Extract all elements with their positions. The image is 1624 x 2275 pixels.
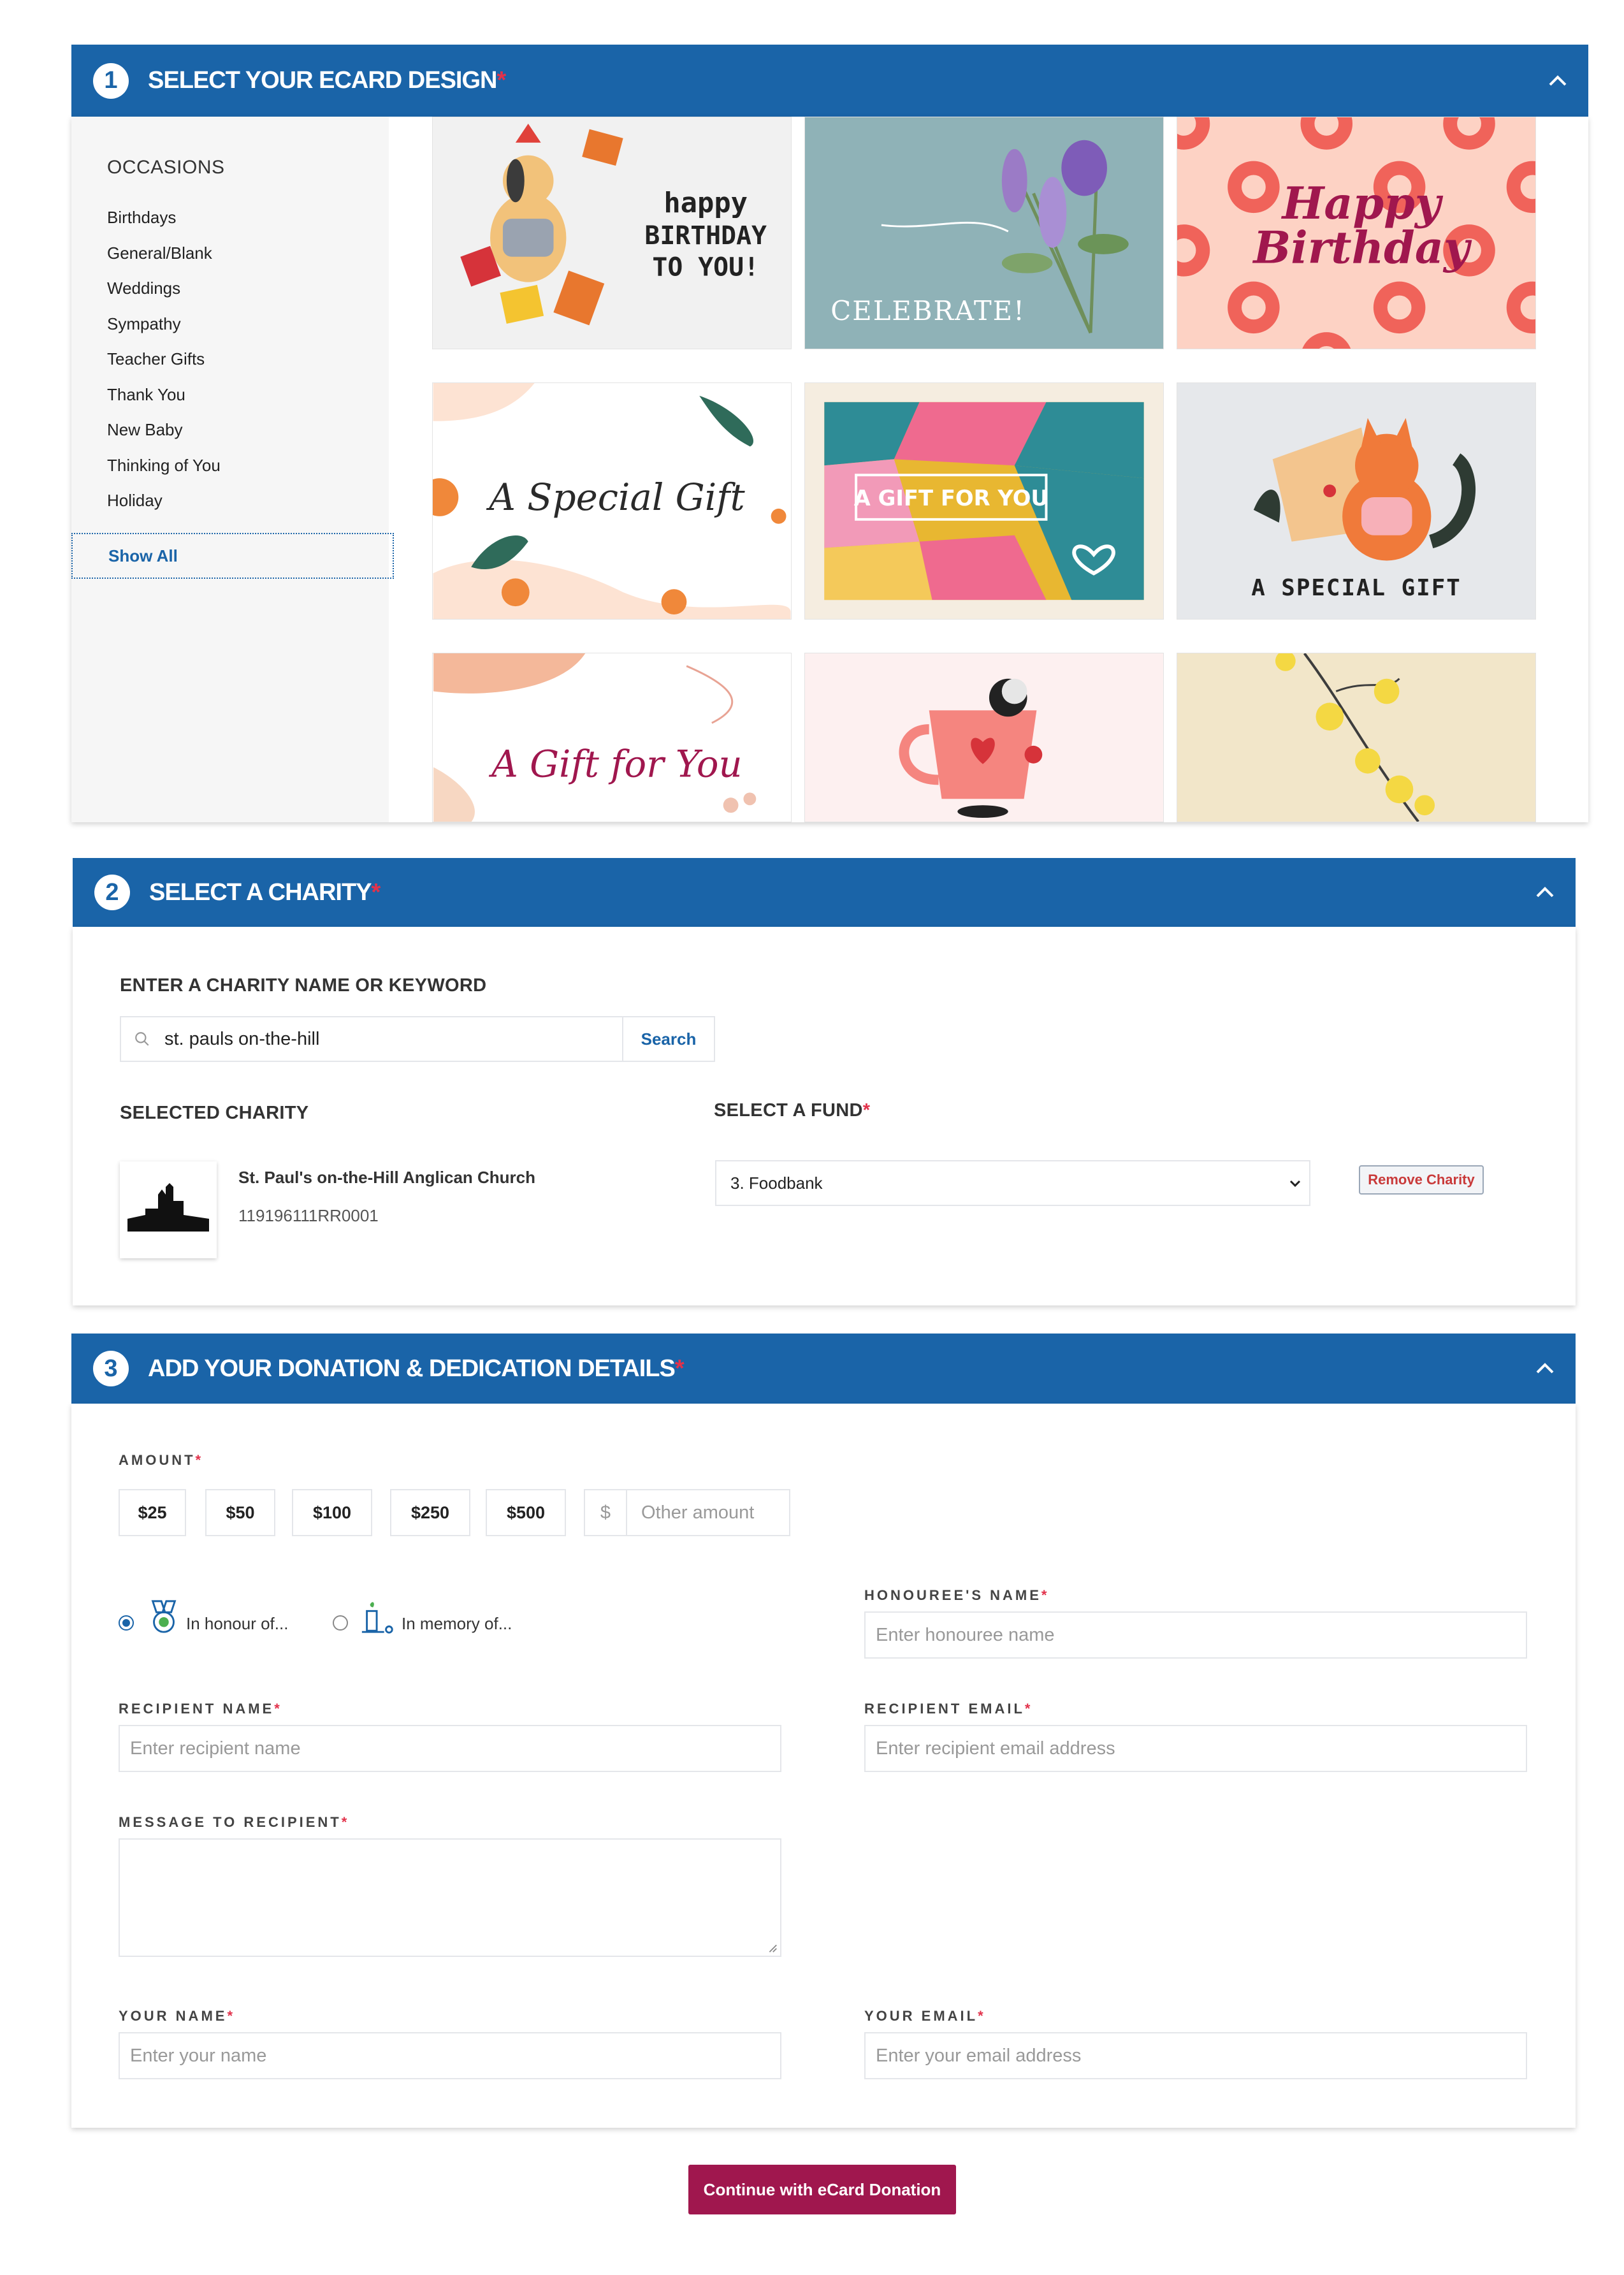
step-number: 1 <box>93 62 129 99</box>
card-text: CELEBRATE! <box>830 295 1026 326</box>
your-email-label: YOUR EMAIL* <box>864 2008 986 2024</box>
selected-charity-label: SELECTED CHARITY <box>120 1103 309 1123</box>
ecard-yellow-flowers[interactable] <box>1177 653 1536 822</box>
card-artwork: CELEBRATE! <box>830 140 1129 334</box>
card-text: A SPECIAL GIFT <box>1251 575 1461 601</box>
step-number: 3 <box>93 1351 129 1386</box>
your-email-input[interactable]: Enter your email address <box>864 2032 1527 2079</box>
card-text: BIRTHDAY <box>644 221 767 251</box>
continue-button[interactable]: Continue with eCard Donation <box>688 2165 956 2214</box>
recipient-name-input[interactable]: Enter recipient name <box>119 1725 781 1772</box>
fund-select[interactable]: 3. Foodbank <box>715 1160 1310 1206</box>
chevron-up-icon[interactable] <box>1545 68 1570 94</box>
section1-header[interactable]: 1 SELECT YOUR ECARD DESIGN* <box>71 45 1588 117</box>
ecard-happy-birthday-pink[interactable]: Happy Birthday <box>1177 117 1536 349</box>
search-label: ENTER A CHARITY NAME OR KEYWORD <box>120 975 487 996</box>
currency-symbol: $ <box>585 1490 627 1535</box>
chevron-up-icon[interactable] <box>1532 880 1558 905</box>
section-title: SELECT A CHARITY* <box>149 878 381 906</box>
search-button[interactable]: Search <box>622 1016 715 1062</box>
charity-number: 119196111RR0001 <box>238 1206 379 1225</box>
amount-button-50[interactable]: $50 <box>205 1489 275 1536</box>
ecard-a-gift-for-you-script[interactable]: A Gift for You <box>432 653 792 822</box>
honour-label: In honour of... <box>186 1614 289 1633</box>
occasion-item[interactable]: Birthdays <box>107 208 362 243</box>
occasion-item[interactable]: Teacher Gifts <box>107 349 362 385</box>
card-artwork: A Special Gift <box>433 383 791 619</box>
card-artwork <box>899 678 1043 818</box>
amount-button-250[interactable]: $250 <box>390 1489 470 1536</box>
card-text: A GIFT FOR YOU <box>854 486 1048 511</box>
candle-icon <box>361 1602 393 1634</box>
section-title: ADD YOUR DONATION & DEDICATION DETAILS* <box>148 1355 685 1382</box>
card-text: Birthday <box>1252 222 1472 274</box>
ecard-a-special-gift-cat[interactable]: A SPECIAL GIFT <box>1177 382 1536 620</box>
message-label: MESSAGE TO RECIPIENT* <box>119 1814 350 1830</box>
charity-name: St. Paul's on-the-Hill Anglican Church <box>238 1168 536 1187</box>
occasion-item[interactable]: Holiday <box>107 491 362 527</box>
charity-search-input[interactable]: st. pauls on-the-hill <box>120 1016 623 1062</box>
card-artwork: Happy Birthday <box>1177 117 1535 349</box>
amount-button-500[interactable]: $500 <box>486 1489 566 1536</box>
amount-label: AMOUNT* <box>119 1452 204 1468</box>
your-name-label: YOUR NAME* <box>119 2008 236 2024</box>
remove-charity-button[interactable]: Remove Charity <box>1359 1165 1484 1195</box>
occasion-item[interactable]: Thinking of You <box>107 456 362 491</box>
section3-header[interactable]: 3 ADD YOUR DONATION & DEDICATION DETAILS… <box>71 1334 1576 1404</box>
occasion-item[interactable]: Thank You <box>107 385 362 421</box>
card-artwork: A Gift for You <box>433 653 757 822</box>
ecard-a-special-gift-script[interactable]: A Special Gift <box>432 382 792 620</box>
occasion-item[interactable]: Weddings <box>107 279 362 314</box>
other-amount-placeholder: Other amount <box>641 1502 755 1523</box>
amount-button-100[interactable]: $100 <box>292 1489 372 1536</box>
card-text: happy <box>663 187 748 219</box>
ecard-happy-birthday-dog[interactable]: happy BIRTHDAY TO YOU! <box>432 117 792 349</box>
occasions-title: OCCASIONS <box>107 157 225 178</box>
memory-label: In memory of... <box>402 1614 512 1633</box>
other-amount-input[interactable]: $ Other amount <box>584 1489 790 1536</box>
recipient-name-label: RECIPIENT NAME* <box>119 1701 282 1717</box>
fund-label: SELECT A FUND* <box>714 1100 871 1121</box>
occasion-item[interactable]: New Baby <box>107 420 362 456</box>
card-artwork: A GIFT FOR YOU <box>824 402 1144 600</box>
memory-radio[interactable] <box>333 1615 348 1631</box>
ecard-a-gift-for-you-colorful[interactable]: A GIFT FOR YOU <box>804 382 1164 620</box>
honour-radio[interactable] <box>119 1615 134 1631</box>
chevron-up-icon[interactable] <box>1532 1356 1558 1381</box>
occasion-item[interactable]: Sympathy <box>107 314 362 350</box>
section-title: SELECT YOUR ECARD DESIGN* <box>148 67 506 94</box>
card-text: A Special Gift <box>486 476 745 519</box>
occasions-list: Birthdays General/Blank Weddings Sympath… <box>107 208 362 527</box>
recipient-email-input[interactable]: Enter recipient email address <box>864 1725 1527 1772</box>
show-all-link[interactable]: Show All <box>71 533 394 579</box>
search-icon <box>135 1032 149 1046</box>
recipient-email-label: RECIPIENT EMAIL* <box>864 1701 1033 1717</box>
card-text: TO YOU! <box>652 253 759 282</box>
search-value: st. pauls on-the-hill <box>164 1028 320 1049</box>
ecard-celebrate[interactable]: CELEBRATE! <box>804 117 1164 349</box>
card-artwork: happy BIRTHDAY TO YOU! <box>460 123 767 326</box>
fund-select-value: 3. Foodbank <box>730 1173 823 1193</box>
chevron-down-icon <box>1289 1180 1301 1188</box>
card-text: A Gift for You <box>488 743 742 786</box>
step-number: 2 <box>94 875 130 910</box>
amount-button-25[interactable]: $25 <box>119 1489 186 1536</box>
church-icon <box>127 1183 209 1232</box>
resize-handle-icon[interactable] <box>766 1942 778 1953</box>
card-artwork <box>1275 653 1435 822</box>
charity-logo <box>120 1161 217 1258</box>
honouree-name-input[interactable]: Enter honouree name <box>864 1611 1527 1659</box>
your-name-input[interactable]: Enter your name <box>119 2032 781 2079</box>
card-artwork: A SPECIAL GIFT <box>1251 418 1476 601</box>
section2-header[interactable]: 2 SELECT A CHARITY* <box>73 858 1576 927</box>
ecard-dog-in-mug[interactable] <box>804 653 1164 822</box>
medal-icon <box>151 1600 177 1633</box>
occasion-item[interactable]: General/Blank <box>107 243 362 279</box>
message-textarea[interactable] <box>119 1838 781 1957</box>
honouree-label: HONOUREE'S NAME* <box>864 1587 1050 1603</box>
